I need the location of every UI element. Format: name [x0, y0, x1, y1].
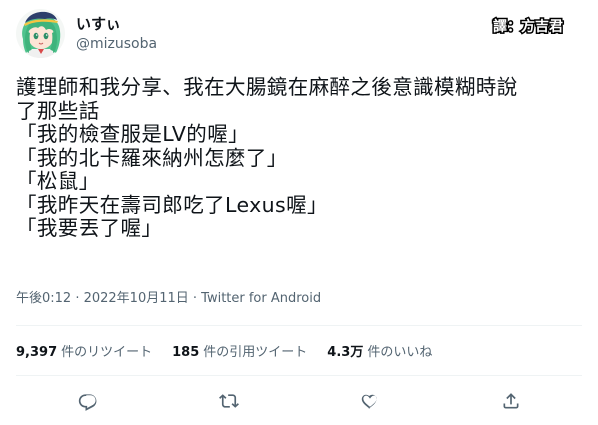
like-button[interactable] — [358, 389, 382, 413]
tweet-line: 「我的北卡羅來納州怎麼了」 — [16, 145, 288, 170]
tweet-stats: 9,397 件のリツイート 185 件の引用ツイート 4.3万 件のいいね — [16, 344, 452, 362]
tweet-line: 「我要丟了喔」 — [16, 216, 163, 240]
divider — [16, 375, 582, 376]
like-count-value: 4.3万 — [327, 345, 364, 360]
avatar-illustration — [16, 9, 65, 58]
avatar[interactable] — [16, 9, 65, 58]
like-count[interactable]: 4.3万 件のいいね — [327, 344, 432, 362]
retweet-count[interactable]: 9,397 件のリツイート — [16, 344, 152, 362]
tweet-timestamp[interactable]: 午後0:12 · 2022年10月11日 · Twitter for Andro… — [16, 290, 321, 308]
action-bar — [0, 389, 598, 413]
user-handle[interactable]: @mizusoba — [76, 35, 157, 53]
tweet-line: 「松鼠」 — [16, 169, 100, 193]
tweet-text: 護理師和我分享、我在大腸鏡在麻醉之後意識模糊時說 了那些話 「我的檢查服是LV的… — [16, 75, 582, 241]
translator-watermark: 譯：方吉君 — [492, 16, 565, 37]
quote-count-label: 件の引用ツイート — [203, 345, 308, 360]
quote-count[interactable]: 185 件の引用ツイート — [172, 344, 307, 362]
reply-button[interactable] — [76, 389, 100, 413]
watermark-text: 譯：方吉君 — [492, 18, 565, 37]
share-icon — [503, 393, 519, 409]
quote-count-value: 185 — [172, 345, 200, 360]
tweet-line: 「我昨天在壽司郎吃了Lexus喔」 — [16, 192, 328, 217]
retweet-button[interactable] — [217, 389, 241, 413]
retweet-count-value: 9,397 — [16, 345, 58, 360]
tweet-line: 護理師和我分享、我在大腸鏡在麻醉之後意識模糊時說 — [16, 75, 518, 99]
like-count-label: 件のいいね — [367, 345, 433, 360]
divider — [16, 325, 582, 326]
retweet-icon — [219, 394, 239, 408]
tweet-line: 「我的檢查服是LV的喔」 — [16, 122, 249, 146]
share-button[interactable] — [499, 389, 523, 413]
reply-icon — [78, 394, 97, 411]
retweet-count-label: 件のリツイート — [61, 345, 153, 360]
display-name[interactable]: いすぃ — [76, 14, 121, 34]
tweet-line: 了那些話 — [16, 98, 100, 123]
heart-icon — [361, 394, 377, 409]
